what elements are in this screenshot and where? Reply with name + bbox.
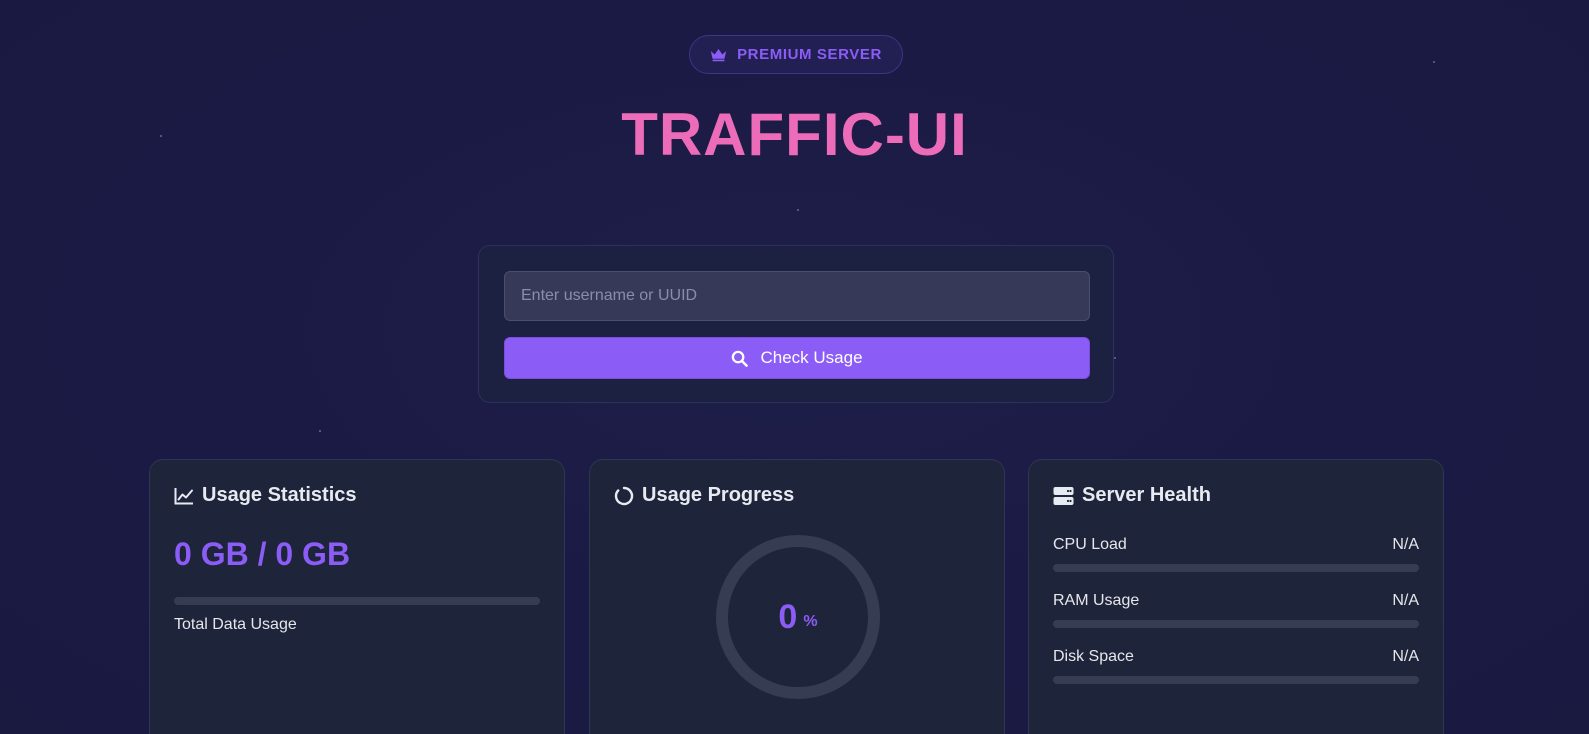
usage-progress-card: Usage Progress 0 % <box>589 459 1005 734</box>
circle-notch-icon <box>614 486 634 506</box>
usage-statistics-header: Usage Statistics <box>174 484 357 507</box>
usage-progress-bar <box>174 597 540 605</box>
metric-bar <box>1053 676 1419 684</box>
usage-percent-unit: % <box>803 613 818 630</box>
metric-label: CPU Load <box>1053 536 1127 553</box>
usage-progress-title: Usage Progress <box>642 484 795 506</box>
usage-caption: Total Data Usage <box>174 616 297 633</box>
crown-icon <box>710 47 727 62</box>
usage-percent-value: 0 <box>778 597 798 636</box>
check-usage-button[interactable]: Check Usage <box>504 337 1090 379</box>
server-icon <box>1053 486 1074 506</box>
background-star <box>1433 61 1435 63</box>
cpu-load-metric: CPU Load N/A <box>1053 534 1419 572</box>
premium-server-badge: PREMIUM SERVER <box>689 35 903 74</box>
usage-value: 0 GB / 0 GB <box>174 536 351 572</box>
metric-value: N/A <box>1392 536 1419 553</box>
usage-progress-ring: 0 % <box>714 533 882 701</box>
metric-bar <box>1053 620 1419 628</box>
usage-percent: 0 % <box>714 533 882 701</box>
background-star <box>1114 357 1116 359</box>
usage-statistics-title: Usage Statistics <box>202 484 357 506</box>
metric-value: N/A <box>1392 648 1419 665</box>
check-usage-label: Check Usage <box>760 348 863 367</box>
metric-bar <box>1053 564 1419 572</box>
page-title: TRAFFIC-UI <box>621 101 968 168</box>
server-health-header: Server Health <box>1053 484 1211 507</box>
usage-progress-header: Usage Progress <box>614 484 794 507</box>
metric-value: N/A <box>1392 592 1419 609</box>
search-icon <box>731 350 749 367</box>
line-chart-icon <box>174 487 194 505</box>
username-search-input[interactable] <box>504 271 1090 321</box>
search-card: Check Usage <box>478 245 1114 403</box>
ram-usage-metric: RAM Usage N/A <box>1053 590 1419 628</box>
server-health-card: Server Health CPU Load N/A RAM Usage N/A… <box>1028 459 1444 734</box>
disk-space-metric: Disk Space N/A <box>1053 646 1419 684</box>
background-star <box>319 430 321 432</box>
metric-label: Disk Space <box>1053 648 1134 665</box>
badge-label: PREMIUM SERVER <box>737 46 882 63</box>
usage-statistics-card: Usage Statistics 0 GB / 0 GB Total Data … <box>149 459 565 734</box>
background-star <box>797 209 799 211</box>
server-health-title: Server Health <box>1082 484 1211 506</box>
metric-label: RAM Usage <box>1053 592 1140 609</box>
